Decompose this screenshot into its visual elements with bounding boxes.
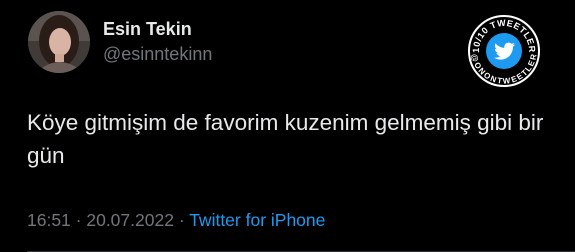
tweet-source-link[interactable]: Twitter for iPhone bbox=[189, 210, 325, 230]
meta-separator: · bbox=[70, 210, 87, 230]
tweet-date[interactable]: 20.07.2022 bbox=[86, 210, 174, 230]
author-name[interactable]: Esin Tekin bbox=[103, 18, 192, 40]
meta-separator: · bbox=[173, 210, 190, 230]
tweet-meta: 16:51 · 20.07.2022 · Twitter for iPhone bbox=[27, 209, 325, 231]
avatar[interactable] bbox=[28, 11, 90, 73]
tweet-card: Esin Tekin @esinntekinn 10/10 TWEETLER @… bbox=[0, 0, 575, 252]
badge-logo: 10/10 TWEETLER @ONONTWEETLER bbox=[468, 15, 540, 87]
tweet-time[interactable]: 16:51 bbox=[27, 210, 71, 230]
avatar-photo bbox=[28, 11, 90, 73]
watermark-badge: 10/10 TWEETLER @ONONTWEETLER bbox=[467, 14, 541, 88]
tweet-text: Köye gitmişim de favorim kuzenim gelmemi… bbox=[27, 110, 544, 168]
author-handle[interactable]: @esinntekinn bbox=[103, 43, 212, 65]
